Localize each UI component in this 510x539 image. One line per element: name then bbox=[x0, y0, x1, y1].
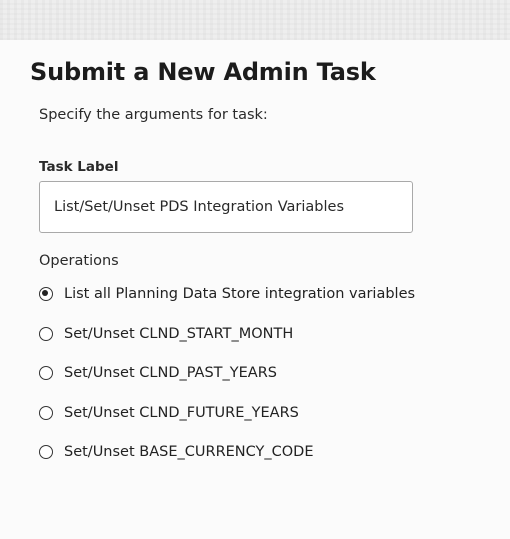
radio-button[interactable] bbox=[39, 326, 53, 341]
instructions-text: Specify the arguments for task: bbox=[39, 107, 268, 123]
radio-option-label: Set/Unset BASE_CURRENCY_CODE bbox=[64, 444, 314, 460]
radio-option-clnd-future-years[interactable]: Set/Unset CLND_FUTURE_YEARS bbox=[39, 402, 415, 424]
radio-button-checked[interactable] bbox=[39, 287, 53, 301]
admin-task-panel: Submit a New Admin Task Specify the argu… bbox=[0, 40, 510, 539]
radio-option-clnd-start-month[interactable]: Set/Unset CLND_START_MONTH bbox=[39, 323, 415, 345]
radio-option-label: List all Planning Data Store integration… bbox=[64, 286, 416, 302]
task-label-label: Task Label bbox=[39, 159, 119, 175]
radio-option-label: Set/Unset CLND_START_MONTH bbox=[64, 325, 294, 342]
task-label-input[interactable] bbox=[39, 181, 413, 233]
radio-option-list-variables[interactable]: List all Planning Data Store integration… bbox=[39, 283, 415, 305]
radio-button[interactable] bbox=[39, 366, 53, 380]
operations-label: Operations bbox=[39, 253, 119, 269]
radio-option-label: Set/Unset CLND_PAST_YEARS bbox=[64, 365, 277, 381]
radio-button[interactable] bbox=[39, 405, 53, 420]
page-title: Submit a New Admin Task bbox=[30, 58, 376, 86]
operations-radio-group: List all Planning Data Store integration… bbox=[39, 283, 415, 481]
radio-option-label: Set/Unset CLND_FUTURE_YEARS bbox=[64, 404, 299, 421]
radio-button[interactable] bbox=[39, 445, 53, 459]
radio-option-clnd-past-years[interactable]: Set/Unset CLND_PAST_YEARS bbox=[39, 362, 415, 384]
radio-option-base-currency-code[interactable]: Set/Unset BASE_CURRENCY_CODE bbox=[39, 441, 415, 463]
blurred-header-strip bbox=[0, 0, 510, 40]
